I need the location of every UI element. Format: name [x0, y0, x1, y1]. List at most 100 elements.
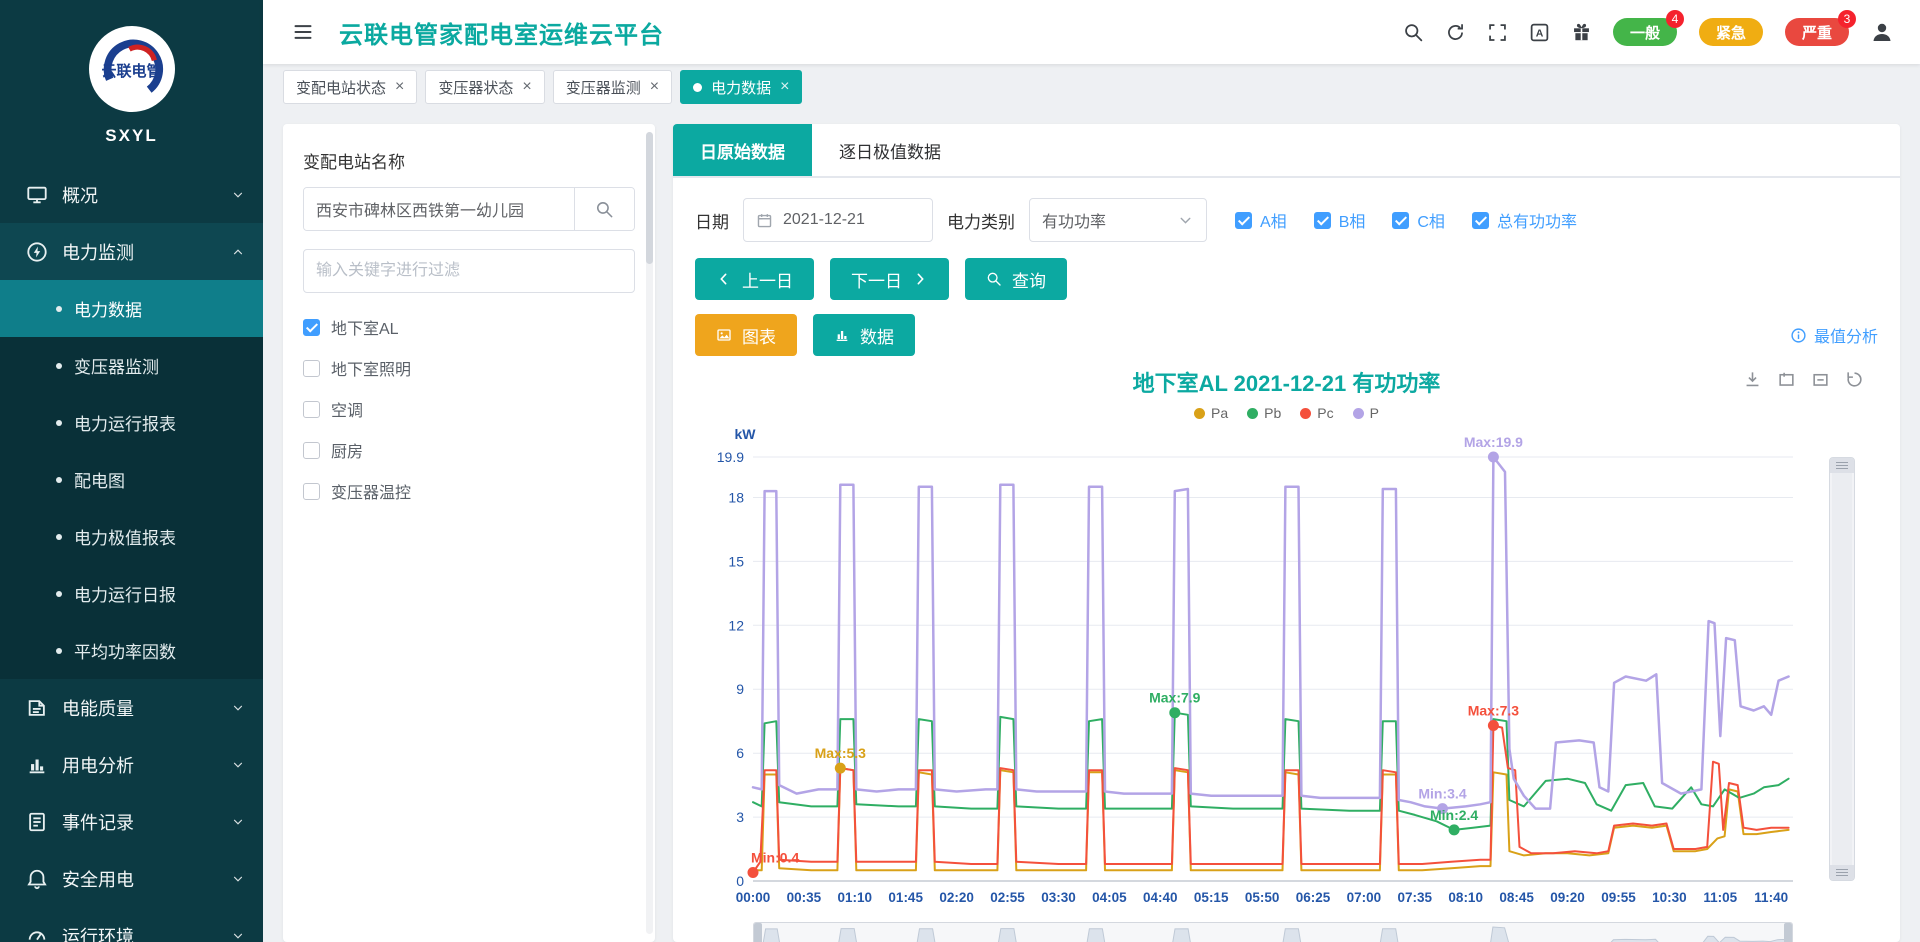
tree-filter-input[interactable]: [303, 249, 635, 293]
vertical-zoom-slider[interactable]: [1829, 457, 1855, 881]
legend-dot-icon: [1194, 408, 1205, 419]
panel-scrollbar-thumb[interactable]: [646, 132, 653, 264]
next-day-button[interactable]: 下一日: [830, 258, 949, 300]
sidebar-item-safe-power[interactable]: 安全用电: [0, 850, 263, 907]
translate-icon[interactable]: A: [1529, 22, 1550, 43]
tree-item[interactable]: 地下室AL: [303, 315, 635, 339]
checkbox[interactable]: [303, 319, 320, 336]
zoom-select-icon[interactable]: [1777, 370, 1796, 389]
svg-text:Min:2.4: Min:2.4: [1430, 807, 1478, 823]
menu-toggle-icon[interactable]: [291, 22, 315, 42]
power-line-chart[interactable]: kW036912151819.900:0000:3501:1001:4502:2…: [695, 423, 1815, 920]
sidebar-item-usage-analysis[interactable]: 用电分析: [0, 736, 263, 793]
phase-checkbox[interactable]: 总有功功率: [1472, 208, 1577, 232]
panel-scrollbar[interactable]: [646, 132, 653, 934]
date-picker[interactable]: 2021-12-21: [743, 198, 933, 242]
legend-item-Pc[interactable]: Pc: [1300, 405, 1333, 421]
hslider-handle-left[interactable]: [754, 923, 762, 942]
close-icon[interactable]: ×: [650, 79, 659, 95]
svg-text:10:30: 10:30: [1652, 890, 1687, 905]
phase-checkbox[interactable]: C相: [1392, 208, 1445, 232]
alarm-urgent-button[interactable]: 紧急: [1699, 18, 1763, 46]
sidebar-subitem-power-data[interactable]: 电力数据: [0, 280, 263, 337]
vslider-handle-top[interactable]: [1830, 458, 1854, 473]
svg-text:11:40: 11:40: [1754, 890, 1788, 905]
svg-text:07:00: 07:00: [1347, 890, 1382, 905]
sidebar-subitem-power-extreme-report[interactable]: 电力极值报表: [0, 508, 263, 565]
sidebar-item-label: 概况: [62, 182, 98, 208]
zoom-revert-icon[interactable]: [1811, 370, 1830, 389]
view-tab-1[interactable]: 变压器状态×: [425, 70, 544, 104]
sidebar-item-label: 安全用电: [62, 866, 134, 892]
checkbox[interactable]: [303, 442, 320, 459]
sidebar-subitem-power-run-report[interactable]: 电力运行报表: [0, 394, 263, 451]
sidebar-subitem-distribution-diagram[interactable]: 配电图: [0, 451, 263, 508]
checkbox[interactable]: [303, 401, 320, 418]
power-category-select[interactable]: 有功功率: [1029, 198, 1207, 242]
prev-day-button[interactable]: 上一日: [695, 258, 814, 300]
view-tab-0[interactable]: 变配电站状态×: [283, 70, 417, 104]
close-icon[interactable]: ×: [395, 79, 404, 95]
checkbox[interactable]: [303, 483, 320, 500]
alarm-general-button[interactable]: 一般4: [1613, 18, 1677, 46]
refresh-icon[interactable]: [1445, 22, 1466, 43]
checkbox[interactable]: [303, 360, 320, 377]
close-icon[interactable]: ×: [780, 79, 789, 95]
sidebar-subitem-transformer-monitor[interactable]: 变压器监测: [0, 337, 263, 394]
svg-text:6: 6: [736, 745, 744, 761]
sidebar-subitem-avg-power-factor[interactable]: 平均功率因数: [0, 622, 263, 679]
tree-item[interactable]: 变压器温控: [303, 479, 635, 503]
chart-view-label: 图表: [742, 323, 776, 348]
restore-icon[interactable]: [1845, 370, 1864, 389]
data-panel-tab-0[interactable]: 日原始数据: [673, 124, 812, 176]
sidebar-subitem-power-daily-report[interactable]: 电力运行日报: [0, 565, 263, 622]
save-image-icon[interactable]: [1743, 370, 1762, 389]
phase-checkbox[interactable]: A相: [1235, 208, 1287, 232]
checkbox[interactable]: [1314, 212, 1331, 229]
sidebar-item-power-monitor[interactable]: 电力监测: [0, 223, 263, 280]
fullscreen-icon[interactable]: [1487, 22, 1508, 43]
data-view-label: 数据: [860, 323, 894, 348]
tree-item[interactable]: 地下室照明: [303, 356, 635, 380]
svg-text:05:50: 05:50: [1245, 890, 1280, 905]
station-search-button[interactable]: [574, 188, 634, 230]
checkbox[interactable]: [1235, 212, 1252, 229]
data-panel-tab-1[interactable]: 逐日极值数据: [812, 124, 968, 176]
tree-item[interactable]: 厨房: [303, 438, 635, 462]
alarm-critical-button[interactable]: 严重3: [1785, 18, 1849, 46]
phase-label: B相: [1339, 208, 1366, 232]
view-tab-2[interactable]: 变压器监测×: [553, 70, 672, 104]
sidebar-item-label: 用电分析: [62, 752, 134, 778]
view-tab-3[interactable]: 电力数据×: [680, 70, 802, 104]
data-view-button[interactable]: 数据: [813, 314, 915, 356]
legend-item-Pb[interactable]: Pb: [1247, 405, 1281, 421]
gift-icon[interactable]: [1571, 22, 1592, 43]
max-analysis-link[interactable]: 最值分析: [1790, 323, 1878, 347]
svg-text:Max:19.9: Max:19.9: [1464, 434, 1523, 450]
horizontal-zoom-slider[interactable]: [753, 922, 1793, 942]
close-icon[interactable]: ×: [522, 79, 531, 95]
tree-item-label: 地下室AL: [331, 315, 399, 339]
logo-text: 云联电管: [89, 60, 175, 81]
gauge-icon: [26, 925, 48, 942]
tree-item[interactable]: 空调: [303, 397, 635, 421]
vslider-thumb[interactable]: [1832, 473, 1852, 865]
vslider-handle-bottom[interactable]: [1830, 865, 1854, 880]
alarm-count-badge: 3: [1838, 10, 1856, 28]
query-button[interactable]: 查询: [965, 258, 1067, 300]
checkbox[interactable]: [1472, 212, 1489, 229]
phase-checkbox[interactable]: B相: [1314, 208, 1366, 232]
bullet-icon: [56, 420, 62, 426]
checkbox[interactable]: [1392, 212, 1409, 229]
sidebar-item-event-log[interactable]: 事件记录: [0, 793, 263, 850]
station-name-input[interactable]: [304, 188, 574, 230]
hslider-handle-right[interactable]: [1784, 923, 1792, 942]
legend-item-Pa[interactable]: Pa: [1194, 405, 1228, 421]
legend-item-P[interactable]: P: [1353, 405, 1379, 421]
chart-view-button[interactable]: 图表: [695, 314, 797, 356]
sidebar-item-overview[interactable]: 概况: [0, 166, 263, 223]
search-icon[interactable]: [1403, 22, 1424, 43]
sidebar-item-environment[interactable]: 运行环境: [0, 907, 263, 942]
user-icon[interactable]: [1870, 20, 1894, 44]
sidebar-item-power-quality[interactable]: 电能质量: [0, 679, 263, 736]
